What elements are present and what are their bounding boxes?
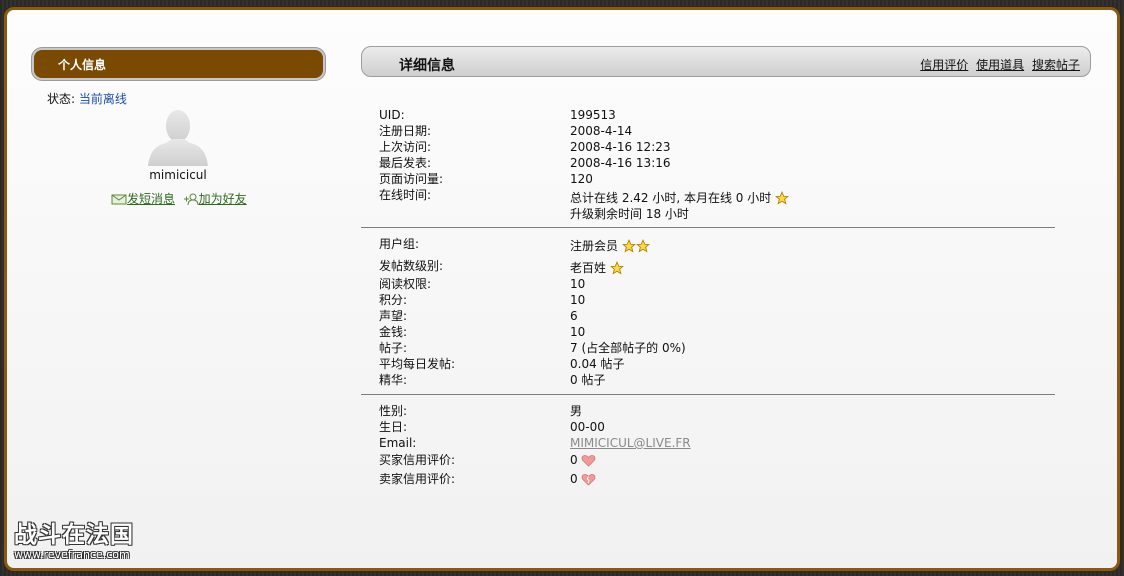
add-friend-icon bbox=[183, 193, 199, 205]
divider bbox=[361, 227, 1055, 228]
money-label: 金钱: bbox=[379, 325, 408, 339]
gender-value: 男 bbox=[570, 404, 583, 418]
buyer-rating-label: 买家信用评价: bbox=[379, 453, 456, 467]
post-level-value: 老百姓 bbox=[570, 260, 624, 276]
avg-posts-value: 0.04 帖子 bbox=[570, 357, 625, 371]
post-level-label: 发帖数级别: bbox=[379, 259, 444, 273]
gender-label: 性别: bbox=[379, 404, 408, 418]
profile-actions: 发短消息 加为好友 bbox=[111, 190, 247, 207]
detail-title: 详细信息 bbox=[399, 58, 455, 74]
reputation-value: 6 bbox=[570, 309, 578, 323]
sidebar-header-label: 个人信息 bbox=[58, 58, 107, 72]
star-icon bbox=[775, 191, 790, 205]
email-link[interactable]: MIMICICUL@LIVE.FR bbox=[570, 435, 691, 451]
posts-label: 帖子: bbox=[379, 341, 408, 355]
last-post-value: 2008-4-16 13:16 bbox=[570, 156, 671, 170]
digest-value: 0 帖子 bbox=[570, 373, 606, 387]
heart-icon bbox=[582, 455, 596, 467]
online-time-value: 总计在线 2.42 小时, 本月在线 0 小时 升级剩余时间 18 小时 bbox=[570, 190, 790, 222]
use-item-link[interactable]: 使用道具 bbox=[976, 58, 1024, 72]
birthday-value: 00-00 bbox=[570, 420, 605, 434]
seller-rating-count: 0 bbox=[570, 472, 578, 486]
username: mimicicul bbox=[149, 168, 207, 182]
message-icon bbox=[111, 194, 127, 205]
online-time-label: 在线时间: bbox=[379, 188, 432, 202]
seller-rating-value: 0 bbox=[570, 471, 596, 487]
avatar bbox=[146, 106, 210, 166]
site-watermark: 战斗在法国 www.revefrance.com bbox=[14, 522, 134, 561]
user-group-value: 注册会员 bbox=[570, 238, 650, 254]
seller-rating-label: 卖家信用评价: bbox=[379, 472, 456, 486]
birthday-label: 生日: bbox=[379, 420, 408, 434]
money-value: 10 bbox=[570, 325, 586, 339]
read-perm-value: 10 bbox=[570, 277, 586, 291]
pageviews-label: 页面访问量: bbox=[379, 172, 444, 186]
user-group-label: 用户组: bbox=[379, 237, 420, 251]
last-visit-label: 上次访问: bbox=[379, 140, 432, 154]
star-icon bbox=[621, 239, 636, 253]
online-status: 状态: 当前离线 bbox=[47, 90, 127, 107]
watermark-name: 战斗在法国 bbox=[14, 522, 134, 548]
email-label: Email: bbox=[379, 436, 417, 450]
add-friend-link[interactable]: 加为好友 bbox=[199, 192, 247, 206]
email-address[interactable]: MIMICICUL@LIVE.FR bbox=[570, 436, 691, 450]
buyer-rating-count: 0 bbox=[570, 453, 578, 467]
last-post-label: 最后发表: bbox=[379, 156, 432, 170]
reg-date-label: 注册日期: bbox=[379, 124, 432, 138]
posts-value: 7 (占全部帖子的 0%) bbox=[570, 341, 686, 355]
star-icon bbox=[609, 261, 624, 275]
avg-posts-label: 平均每日发帖: bbox=[379, 357, 456, 371]
uid-label: UID: bbox=[379, 108, 405, 122]
status-value: 当前离线 bbox=[78, 92, 127, 106]
search-posts-link[interactable]: 搜索帖子 bbox=[1032, 58, 1080, 72]
broken-heart-icon bbox=[582, 474, 596, 486]
post-level-text: 老百姓 bbox=[570, 261, 607, 275]
header-links: 信用评价 使用道具 搜索帖子 bbox=[916, 56, 1080, 73]
credits-value: 10 bbox=[570, 293, 586, 307]
online-total: 总计在线 2.42 小时, 本月在线 0 小时 bbox=[570, 191, 772, 205]
reputation-label: 声望: bbox=[379, 309, 408, 323]
online-upgrade: 升级剩余时间 18 小时 bbox=[570, 207, 689, 221]
read-perm-label: 阅读权限: bbox=[379, 277, 432, 291]
credit-rating-link[interactable]: 信用评价 bbox=[920, 58, 968, 72]
watermark-url: www.revefrance.com bbox=[14, 548, 130, 561]
buyer-rating-value: 0 bbox=[570, 452, 596, 468]
user-group-text: 注册会员 bbox=[570, 239, 619, 253]
send-message-link[interactable]: 发短消息 bbox=[127, 192, 175, 206]
digest-label: 精华: bbox=[379, 373, 408, 387]
detail-header: 详细信息 信用评价 使用道具 搜索帖子 bbox=[361, 46, 1091, 77]
star-icon bbox=[635, 239, 650, 253]
avatar-silhouette-icon bbox=[148, 110, 208, 166]
sidebar-header: 个人信息 bbox=[32, 48, 325, 80]
profile-frame bbox=[4, 7, 1120, 571]
divider bbox=[361, 394, 1055, 395]
reg-date-value: 2008-4-14 bbox=[570, 124, 633, 138]
pageviews-value: 120 bbox=[570, 172, 593, 186]
credits-label: 积分: bbox=[379, 293, 408, 307]
status-label: 状态: bbox=[47, 92, 76, 106]
last-visit-value: 2008-4-16 12:23 bbox=[570, 140, 671, 154]
uid-value: 199513 bbox=[570, 108, 616, 122]
